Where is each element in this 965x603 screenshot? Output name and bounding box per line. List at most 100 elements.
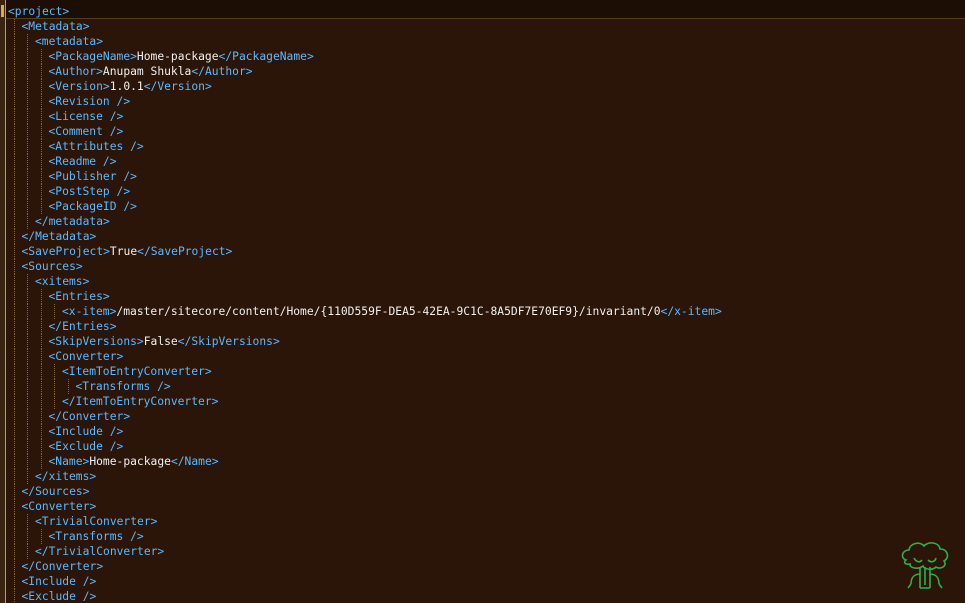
xml-tag: <Converter> bbox=[21, 500, 97, 513]
indent-guide bbox=[40, 169, 42, 184]
xml-tag: <SaveProject> bbox=[21, 245, 110, 258]
indent-guide bbox=[13, 349, 15, 364]
xml-value: Anupam Shukla bbox=[102, 65, 192, 78]
xml-tag: <Sources> bbox=[21, 260, 83, 273]
indent-guide bbox=[40, 154, 42, 169]
xml-value: /master/sitecore/content/Home/{110D559F-… bbox=[116, 305, 661, 318]
xml-tag: <PackageName> bbox=[48, 50, 137, 63]
indent-guide bbox=[13, 394, 15, 409]
xml-tag: </PackageName> bbox=[218, 50, 314, 63]
indent-guide bbox=[27, 544, 28, 559]
xml-tag: <Transforms /> bbox=[75, 380, 171, 393]
editor-gutter bbox=[0, 0, 6, 603]
xml-tag: </Version> bbox=[143, 80, 212, 93]
indent-guide bbox=[40, 184, 42, 199]
indent-guide bbox=[40, 94, 42, 109]
xml-tag: <Entries> bbox=[48, 290, 110, 303]
indent-guide bbox=[40, 349, 42, 364]
indent-guide bbox=[54, 394, 55, 409]
xml-tag: </x-item> bbox=[660, 305, 722, 318]
code-line-text: <Include /> bbox=[49, 424, 124, 439]
code-line-text: <ItemToEntryConverter> bbox=[62, 364, 212, 379]
xml-tag: </SkipVersions> bbox=[177, 335, 280, 348]
indent-guide bbox=[27, 109, 28, 124]
code-line-text: <Exclude /> bbox=[22, 589, 97, 603]
xml-tag: <Name> bbox=[48, 455, 90, 468]
indent-guide bbox=[54, 379, 55, 394]
indent-guide bbox=[40, 409, 42, 424]
indent-guide bbox=[27, 379, 28, 394]
xml-tag: <xitems> bbox=[35, 275, 90, 288]
xml-tag: </Author> bbox=[191, 65, 253, 78]
indent-guide bbox=[27, 34, 28, 49]
code-line-text: </metadata> bbox=[35, 214, 110, 229]
indent-guide bbox=[40, 364, 42, 379]
xml-value: True bbox=[109, 245, 138, 258]
indent-guide bbox=[27, 334, 28, 349]
xml-tag: </Converter> bbox=[21, 560, 104, 573]
indent-guide bbox=[27, 424, 28, 439]
indent-guide bbox=[13, 529, 15, 544]
xml-tag: <Attributes /> bbox=[48, 140, 144, 153]
indent-guide bbox=[40, 124, 42, 139]
indent-guide bbox=[27, 124, 28, 139]
code-line-text: <Transforms /> bbox=[76, 379, 171, 394]
xml-tag: </xitems> bbox=[35, 470, 97, 483]
code-line-text: <x-item>/master/sitecore/content/Home/{1… bbox=[62, 304, 722, 319]
xml-tag: </Converter> bbox=[48, 410, 131, 423]
indent-guide bbox=[27, 304, 28, 319]
code-line-text: <Entries> bbox=[49, 289, 110, 304]
indent-guide bbox=[13, 19, 15, 34]
code-line-text: <Readme /> bbox=[49, 154, 117, 169]
xml-value: False bbox=[143, 335, 178, 348]
indent-guide bbox=[13, 574, 15, 589]
code-editor[interactable]: <project> <Metadata> <metadata> <PackageNam… bbox=[0, 0, 965, 603]
xml-tag: <metadata> bbox=[35, 35, 104, 48]
xml-tag: <Exclude /> bbox=[21, 590, 97, 603]
code-line-text: <Converter> bbox=[49, 349, 124, 364]
code-line-text: <SaveProject>True</SaveProject> bbox=[22, 244, 233, 259]
xml-tag: <Author> bbox=[48, 65, 103, 78]
xml-tag: </ItemToEntryConverter> bbox=[62, 395, 219, 408]
code-line-text: <xitems> bbox=[35, 274, 89, 289]
indent-guide bbox=[27, 439, 28, 454]
code-line-text: <Attributes /> bbox=[49, 139, 144, 154]
indent-guide bbox=[40, 49, 42, 64]
indent-guide bbox=[27, 139, 28, 154]
xml-tag: <Metadata> bbox=[21, 20, 90, 33]
code-line-text: <Comment /> bbox=[49, 124, 124, 139]
indent-guide bbox=[40, 319, 42, 334]
code-line-text: <Version>1.0.1</Version> bbox=[49, 79, 212, 94]
code-line-text: </Metadata> bbox=[22, 229, 97, 244]
xml-tag: </TrivialConverter> bbox=[35, 545, 165, 558]
xml-tag: </Sources> bbox=[21, 485, 90, 498]
indent-guide bbox=[13, 499, 15, 514]
indent-guide bbox=[13, 484, 15, 499]
indent-guide bbox=[13, 559, 15, 574]
code-line-text: <Revision /> bbox=[49, 94, 131, 109]
indent-guide bbox=[40, 304, 42, 319]
code-line-text: <Exclude /> bbox=[49, 439, 124, 454]
indent-guide bbox=[13, 379, 15, 394]
indent-guide bbox=[13, 469, 15, 484]
xml-tag: </metadata> bbox=[35, 215, 110, 228]
xml-tag: </Entries> bbox=[48, 320, 117, 333]
indent-guide bbox=[40, 109, 42, 124]
indent-guide bbox=[54, 364, 55, 379]
indent-guide bbox=[27, 529, 28, 544]
indent-guide bbox=[40, 199, 42, 214]
code-line-text: <Author>Anupam Shukla</Author> bbox=[49, 64, 253, 79]
indent-guide bbox=[13, 334, 15, 349]
code-line-text: <Include /> bbox=[22, 574, 97, 589]
code-line-text: <PostStep /> bbox=[49, 184, 131, 199]
xml-tag: <SkipVersions> bbox=[48, 335, 144, 348]
code-line-text: <Converter> bbox=[22, 499, 97, 514]
xml-tag: <Converter> bbox=[48, 350, 124, 363]
code-line-text: </ItemToEntryConverter> bbox=[62, 394, 218, 409]
indent-guide bbox=[40, 454, 42, 469]
indent-guide bbox=[13, 139, 15, 154]
indent-guide bbox=[13, 259, 15, 274]
indent-guide bbox=[13, 169, 15, 184]
indent-guide bbox=[27, 454, 28, 469]
code-line-text: <Metadata> bbox=[22, 19, 90, 34]
